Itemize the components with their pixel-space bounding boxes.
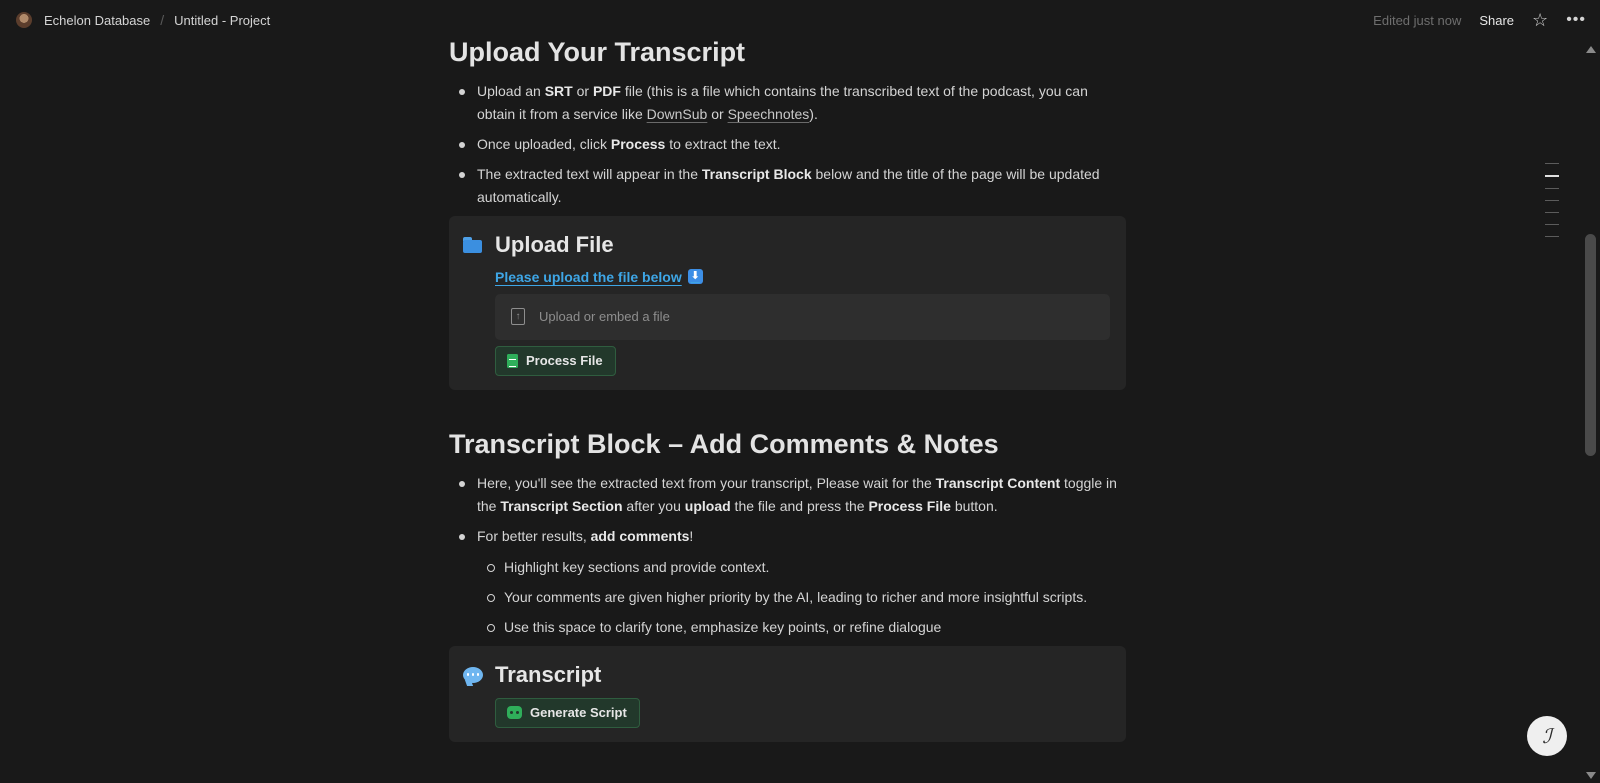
text-bold: Transcript Section [500, 497, 623, 514]
text-bold: SRT [544, 82, 573, 99]
text: to extract the text. [665, 135, 781, 152]
scroll-down-icon[interactable] [1586, 772, 1596, 779]
text: For better results, [477, 527, 591, 544]
top-bar: Echelon Database / Untitled - Project Ed… [0, 0, 1600, 40]
robot-icon [507, 706, 522, 719]
star-icon[interactable]: ☆ [1532, 11, 1548, 29]
outline-line[interactable] [1545, 224, 1559, 225]
speech-bubble-icon[interactable] [463, 666, 483, 683]
text: Once uploaded, click [477, 135, 611, 152]
list-item: Upload an SRT or PDF file (this is a fil… [459, 80, 1129, 126]
list-item: The extracted text will appear in the Tr… [459, 163, 1129, 209]
breadcrumb: Echelon Database / Untitled - Project [16, 12, 270, 28]
outline-line[interactable] [1545, 236, 1559, 237]
file-upload-input[interactable]: ↑ Upload or embed a file [495, 293, 1110, 340]
speechnotes-link[interactable]: Speechnotes [728, 106, 810, 122]
text-bold: upload [684, 497, 731, 514]
help-icon[interactable]: ℐ [1527, 716, 1567, 756]
sub-list-item: Highlight key sections and provide conte… [487, 556, 1129, 579]
heading-transcript-block: Transcript Block – Add Comments & Notes [449, 428, 999, 459]
text: ). [809, 105, 818, 122]
list-item: For better results, add comments! Highli… [459, 525, 1129, 639]
down-arrow-icon: ⬇ [687, 269, 703, 285]
upload-file-callout: Upload File Please upload the file below… [449, 215, 1126, 390]
text: ! [689, 527, 694, 544]
comments-sublist: Highlight key sections and provide conte… [487, 556, 1129, 639]
breadcrumb-page[interactable]: Untitled - Project [174, 13, 270, 28]
text-bold: Transcript Block [701, 165, 812, 182]
callout-header: Transcript [463, 662, 1106, 688]
text: Here, you'll see the extracted text from… [477, 474, 936, 491]
scroll-up-icon[interactable] [1586, 46, 1596, 53]
text-bold: add comments [590, 527, 690, 544]
text: after you [622, 497, 685, 514]
sub-list-item: Your comments are given higher priority … [487, 586, 1129, 609]
upload-instructions-list: Upload an SRT or PDF file (this is a fil… [459, 80, 1129, 209]
sub-list-item: Use this space to clarify tone, emphasiz… [487, 616, 1129, 639]
transcript-callout: Transcript Generate Script [449, 645, 1126, 742]
callout-title: Upload File [495, 231, 614, 257]
text-bold: Process [610, 135, 666, 152]
edited-status: Edited just now [1373, 12, 1462, 28]
outline-line[interactable] [1545, 200, 1559, 201]
upload-placeholder: Upload or embed a file [539, 309, 670, 325]
upload-link-text: Please upload the file below [495, 268, 682, 285]
scrollbar-thumb[interactable] [1585, 234, 1596, 456]
callout-title: Transcript [495, 661, 602, 687]
process-file-button[interactable]: Process File [495, 345, 616, 376]
outline-line[interactable] [1545, 212, 1559, 213]
list-item: Once uploaded, click Process to extract … [459, 133, 1129, 156]
breadcrumb-separator: / [160, 12, 165, 28]
upload-instruction-link[interactable]: Please upload the file below ⬇ [495, 266, 703, 288]
more-icon[interactable]: ••• [1566, 12, 1586, 28]
text-bold: Transcript Content [935, 474, 1061, 491]
outline-line[interactable] [1545, 188, 1559, 189]
page-outline[interactable] [1545, 163, 1561, 248]
generate-script-button[interactable]: Generate Script [495, 697, 640, 728]
file-upload-icon: ↑ [511, 308, 525, 326]
text: or [707, 105, 728, 122]
callout-body: Generate Script [495, 692, 1106, 728]
share-button[interactable]: Share [1479, 13, 1514, 28]
workspace-icon[interactable] [16, 12, 32, 28]
list-item: Here, you'll see the extracted text from… [459, 472, 1129, 518]
text-bold: PDF [592, 82, 621, 99]
transcript-instructions-list: Here, you'll see the extracted text from… [459, 472, 1129, 639]
heading-upload-transcript: Upload Your Transcript [449, 37, 746, 67]
page-content: Upload Your Transcript Upload an SRT or … [449, 36, 1129, 742]
breadcrumb-workspace[interactable]: Echelon Database [44, 13, 150, 28]
text: or [572, 82, 593, 99]
text: button. [950, 497, 998, 514]
top-actions: Edited just now Share ☆ ••• [1373, 11, 1586, 29]
callout-header: Upload File [463, 232, 1106, 258]
downsub-link[interactable]: DownSub [647, 106, 708, 122]
text: The extracted text will appear in the [477, 165, 702, 182]
text: Upload an [477, 82, 545, 99]
outline-line[interactable] [1545, 163, 1559, 164]
text-bold: Process File [868, 497, 951, 514]
text: the file and press the [730, 497, 869, 514]
spreadsheet-icon [507, 353, 518, 368]
callout-body: Please upload the file below ⬇ ↑ Upload … [495, 266, 1110, 376]
generate-script-label: Generate Script [530, 705, 627, 720]
outline-line-active[interactable] [1545, 175, 1559, 177]
folder-icon[interactable] [463, 236, 483, 254]
process-file-label: Process File [526, 353, 603, 369]
